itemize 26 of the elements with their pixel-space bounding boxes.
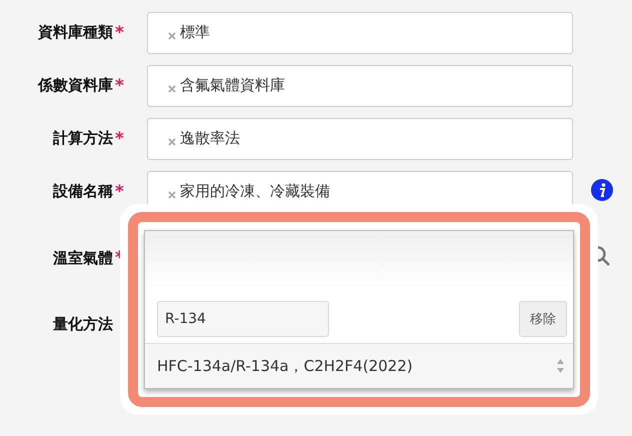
remove-icon[interactable] [168,84,176,92]
info-icon[interactable] [591,178,613,200]
field-label: 溫室氣體 [53,248,113,268]
required-mark: * [115,76,125,96]
remove-icon[interactable] [168,138,176,146]
search-field[interactable]: R-134 [157,301,329,337]
selected-tag: 標準 [180,23,210,42]
remove-icon[interactable] [168,32,176,40]
remove-icon[interactable] [168,190,176,198]
option-select[interactable]: HFC-134a/R-134a，C2H2F4(2022) [145,344,573,388]
remove-button[interactable]: 移除 [519,301,567,337]
select-field[interactable]: 含氟氣體資料庫 [147,64,573,106]
field-label: 資料庫種類 [38,23,113,42]
selected-tag: 含氟氣體資料庫 [180,76,285,95]
field-label: 量化方法 [53,314,113,334]
selected-tag: 家用的冷凍、冷藏裝備 [180,182,330,201]
required-mark: * [115,128,125,148]
select-field[interactable]: 標準 [147,12,573,54]
required-mark: * [115,182,125,202]
select-field[interactable]: 逸散率法 [147,118,573,160]
required-mark: * [115,22,125,42]
field-label: 計算方法 [53,129,113,148]
sort-arrows-icon[interactable] [556,357,565,375]
field-label: 係數資料庫 [38,76,113,95]
selected-tag: 逸散率法 [180,129,240,148]
field-label: 設備名稱 [53,182,113,201]
